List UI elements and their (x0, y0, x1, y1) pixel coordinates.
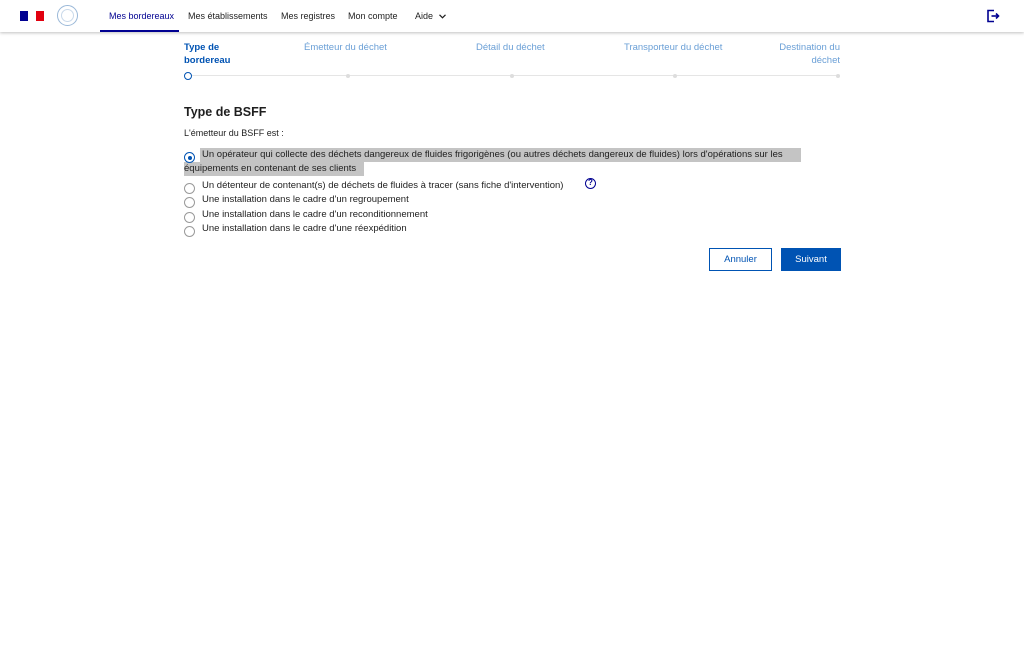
step-label-line1: Émetteur du déchet (304, 42, 387, 53)
radio-option-operateur[interactable]: Un opérateur qui collecte des déchets da… (184, 148, 824, 176)
stepper-track (191, 75, 839, 76)
step-label-line1: Type de (184, 42, 220, 53)
nav-aide-label: Aide (415, 11, 434, 21)
next-button[interactable]: Suivant (781, 248, 841, 271)
step-label-line1: Transporteur du déchet (624, 42, 723, 53)
step-label-line2: bordereau (184, 55, 231, 66)
nav-mes-etablissements[interactable]: Mes établissements (188, 0, 268, 32)
cancel-button[interactable]: Annuler (709, 248, 772, 271)
radio-label: Une installation dans le cadre d'une rée… (202, 223, 407, 234)
step-emetteur: Émetteur du déchet (304, 41, 387, 54)
step-dot (346, 73, 350, 78)
radio-label: Une installation dans le cadre d'un reco… (202, 209, 428, 220)
radio-label-line2: équipements en contenant de ses clients (184, 163, 357, 174)
radio-label-line1: Un opérateur qui collecte des déchets da… (202, 149, 783, 160)
chevron-down-icon (439, 1, 446, 33)
step-dot (510, 73, 514, 78)
radio-option-reexpedition[interactable]: Une installation dans le cadre d'une rée… (184, 222, 484, 237)
nav-mon-compte[interactable]: Mon compte (348, 0, 398, 32)
step-type-bordereau: Type de bordereau (184, 41, 230, 67)
step-label-line2: déchet (811, 55, 840, 66)
form-title: Type de BSFF (184, 105, 267, 119)
top-header: Mes bordereaux Mes établissements Mes re… (0, 0, 1024, 32)
nav-active-indicator (100, 30, 179, 32)
radio-button[interactable] (184, 197, 195, 208)
step-label-line1: Détail du déchet (476, 42, 545, 53)
step-transporteur: Transporteur du déchet (624, 41, 722, 54)
step-destination: Destination du déchet (760, 41, 840, 67)
radio-label: Une installation dans le cadre d'un regr… (202, 194, 409, 205)
step-detail: Détail du déchet (476, 41, 545, 54)
french-flag-logo[interactable] (20, 11, 44, 21)
trackdechets-logo[interactable] (57, 5, 78, 26)
radio-label: Un détenteur de contenant(s) de déchets … (202, 180, 564, 191)
radio-button[interactable] (184, 226, 195, 237)
radio-option-regroupement[interactable]: Une installation dans le cadre d'un regr… (184, 193, 484, 208)
step-dot (836, 73, 840, 78)
help-icon[interactable]: ? (585, 178, 596, 189)
step-label-line1: Destination du (779, 42, 840, 53)
radio-option-detenteur[interactable]: Un détenteur de contenant(s) de déchets … (184, 179, 604, 194)
nav-mes-registres[interactable]: Mes registres (281, 0, 335, 32)
step-dot-active (184, 72, 192, 80)
radio-option-reconditionnement[interactable]: Une installation dans le cadre d'un reco… (184, 208, 484, 223)
nav-aide[interactable]: Aide (415, 0, 446, 32)
form-question: L'émetteur du BSFF est : (184, 128, 284, 138)
step-dot (673, 73, 677, 78)
nav-mes-bordereaux[interactable]: Mes bordereaux (109, 0, 174, 32)
logout-icon[interactable] (986, 9, 1000, 23)
